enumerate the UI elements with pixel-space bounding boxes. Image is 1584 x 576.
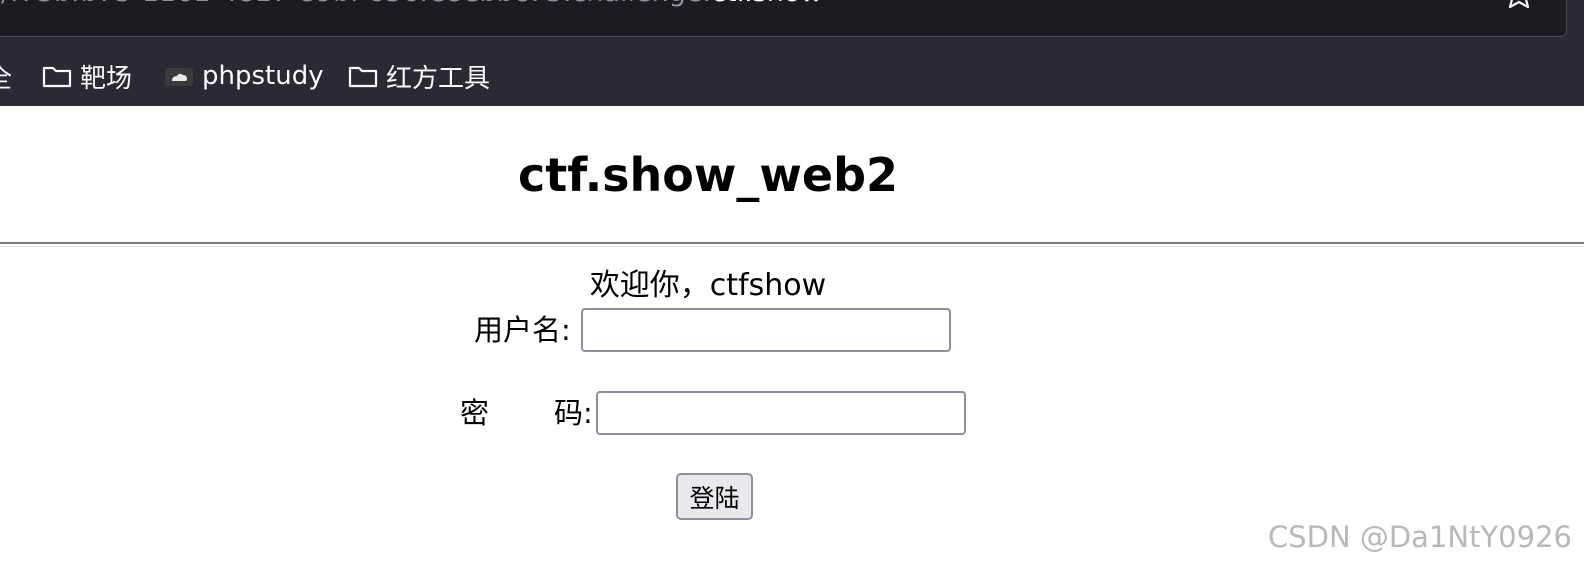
address-bar[interactable]: /f73bfb75-1161-4817-89bf-656fe8ebbc73.ch… bbox=[0, 0, 1567, 37]
browser-chrome: /f73bfb75-1161-4817-89bf-656fe8ebbc73.ch… bbox=[0, 0, 1584, 106]
bookmark-star-icon[interactable] bbox=[1502, 0, 1536, 9]
username-input[interactable] bbox=[581, 308, 951, 352]
bookmark-folder-red-team-tools[interactable]: 红方工具 bbox=[348, 56, 490, 96]
page-title: ctf.show_web2 bbox=[517, 148, 899, 202]
bookmark-label: 红方工具 bbox=[386, 63, 491, 94]
password-label-part2: 码: bbox=[554, 396, 593, 430]
folder-icon bbox=[42, 64, 72, 88]
password-label-part1: 密 bbox=[460, 396, 490, 430]
login-button[interactable]: 登陆 bbox=[676, 473, 753, 520]
username-label: 用户名: bbox=[474, 313, 571, 347]
url-path: /f73bfb75-1161-4817-89bf-656fe8ebbc73.ch… bbox=[1, 0, 711, 8]
page-content: ctf.show_web2 欢迎你，ctfshow 用户名: 密 码: 登陆 C… bbox=[0, 106, 1584, 576]
bookmark-item-partial[interactable]: 全 bbox=[0, 56, 12, 96]
bookmark-label: 全 bbox=[0, 58, 12, 95]
bookmark-folder-target-range[interactable]: 靶场 bbox=[42, 56, 132, 96]
bookmark-phpstudy[interactable]: phpstudy bbox=[164, 56, 324, 96]
welcome-message: 欢迎你，ctfshow bbox=[589, 268, 827, 303]
phpstudy-icon bbox=[164, 65, 194, 87]
folder-icon bbox=[348, 64, 378, 88]
url-text[interactable]: /f73bfb75-1161-4817-89bf-656fe8ebbc73.ch… bbox=[1, 0, 822, 32]
url-host: ctf.show bbox=[711, 0, 822, 8]
password-input[interactable] bbox=[596, 391, 966, 435]
bookmarks-toolbar: 全 靶场 phpstudy bbox=[0, 56, 1584, 96]
horizontal-rule bbox=[0, 242, 1584, 247]
bookmark-label: phpstudy bbox=[202, 61, 324, 91]
bookmark-label: 靶场 bbox=[80, 63, 133, 94]
csdn-watermark: CSDN @Da1NtY0926 bbox=[1267, 520, 1572, 554]
